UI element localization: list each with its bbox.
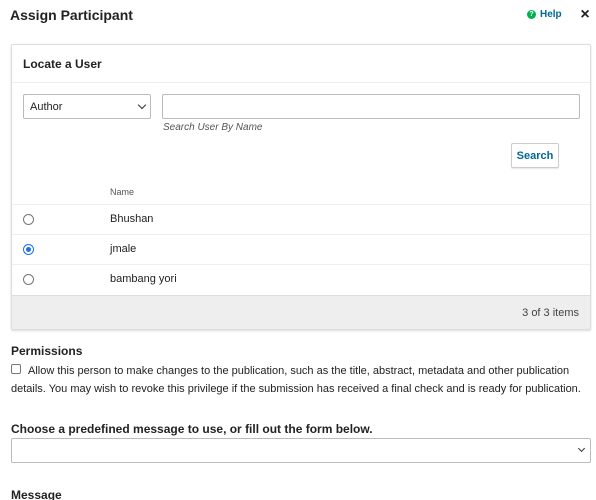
role-select[interactable]: Author [23, 94, 151, 119]
user-radio[interactable] [23, 274, 34, 285]
help-icon: ? [527, 10, 536, 19]
assign-participant-modal: Assign Participant ? Help × Locate a Use… [0, 0, 596, 500]
close-button[interactable]: × [577, 6, 593, 24]
modal-title: Assign Participant [10, 7, 133, 23]
predefined-message-select[interactable] [11, 438, 591, 463]
item-count: 3 of 3 items [522, 307, 579, 319]
table-row[interactable]: jmale [12, 234, 590, 264]
user-radio[interactable] [23, 244, 34, 255]
user-name: Bhushan [110, 213, 154, 225]
user-name: jmale [110, 243, 137, 255]
help-link[interactable]: ? Help [527, 9, 562, 20]
user-radio[interactable] [23, 214, 34, 225]
permissions-description: Allow this person to make changes to the… [11, 365, 581, 395]
search-button[interactable]: Search [511, 143, 559, 168]
table-row[interactable]: Bhushan [12, 204, 590, 234]
message-label: Message [11, 488, 62, 500]
chevron-down-icon [577, 444, 586, 453]
role-select-value: Author [30, 100, 63, 113]
user-name: bambang yori [110, 273, 177, 285]
search-input[interactable] [162, 94, 580, 119]
column-header-name: Name [110, 187, 135, 197]
panel-title: Locate a User [12, 45, 590, 83]
permissions-checkbox[interactable] [11, 364, 21, 374]
chevron-down-icon [137, 100, 147, 110]
permissions-heading: Permissions [11, 344, 83, 358]
locate-user-panel: Locate a User Author Search User By Name… [11, 44, 591, 330]
table-row[interactable]: bambang yori [12, 264, 590, 294]
help-label: Help [540, 9, 562, 20]
pagination-footer: 3 of 3 items [12, 295, 590, 329]
search-hint: Search User By Name [163, 122, 263, 133]
predefined-message-label: Choose a predefined message to use, or f… [11, 422, 373, 436]
